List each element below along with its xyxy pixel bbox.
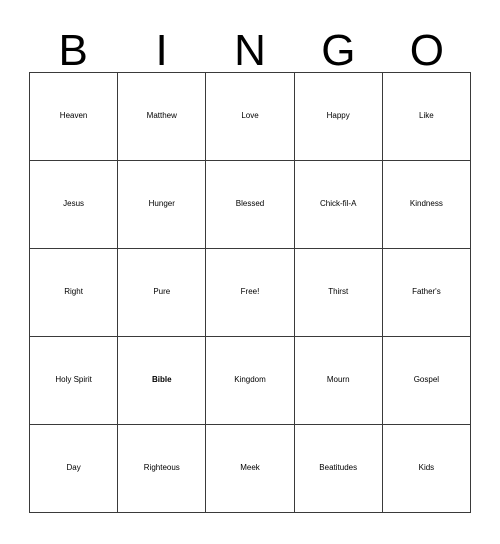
bingo-cell-label: Beatitudes [319, 463, 358, 473]
bingo-cell-label: Love [241, 111, 259, 121]
bingo-cell[interactable]: Hunger [118, 161, 207, 249]
bingo-cell-label: Kingdom [234, 375, 266, 385]
bingo-header-letter-g: G [321, 25, 356, 75]
bingo-cell[interactable]: Day [30, 425, 119, 513]
bingo-header-letter-o: O [409, 25, 444, 75]
bingo-header-letter-n: N [234, 25, 266, 75]
bingo-cell-label: Blessed [235, 199, 265, 209]
bingo-cell[interactable]: Love [206, 73, 295, 161]
bingo-cell-label: Kids [418, 463, 435, 473]
bingo-cell-label: Happy [326, 111, 350, 121]
bingo-cell[interactable]: Pure [118, 249, 207, 337]
bingo-cell-label: Pure [153, 287, 171, 297]
bingo-cell[interactable]: Thirst [294, 249, 383, 337]
bingo-header-letter-b: B [58, 25, 88, 75]
bingo-cell[interactable]: Mourn [294, 337, 383, 425]
bingo-header-row: B I N G O [29, 14, 471, 72]
bingo-cell-label: Like [419, 111, 434, 121]
bingo-cell[interactable]: Like [382, 73, 471, 161]
bingo-cell[interactable]: Jesus [30, 161, 119, 249]
bingo-cell[interactable]: Kids [382, 425, 471, 513]
bingo-cell-label: Day [66, 463, 81, 473]
bingo-cell[interactable]: Gospel [382, 337, 471, 425]
bingo-cell-label: Father's [412, 287, 441, 297]
bingo-header-letter-i: I [155, 25, 168, 75]
bingo-grid: Heaven Matthew Love Happy Like Jesus Hunger Ble… [29, 72, 471, 513]
bingo-cell[interactable]: Father's [382, 249, 471, 337]
bingo-cell-label: Right [64, 287, 83, 297]
bingo-cell[interactable]: Holy Spirit [30, 337, 119, 425]
bingo-cell-label: Free! [240, 287, 260, 297]
bingo-cell-label: Chick-fil-A [319, 199, 357, 209]
bingo-cell[interactable]: Happy [294, 73, 383, 161]
bingo-cell[interactable]: Heaven [30, 73, 119, 161]
bingo-cell-label: Heaven [59, 111, 88, 121]
bingo-cell[interactable]: Meek [206, 425, 295, 513]
bingo-cell-label: Matthew [146, 111, 177, 121]
bingo-cell-label: Bible [152, 375, 172, 385]
bingo-cell[interactable]: Free! [206, 249, 295, 337]
bingo-cell-label: Righteous [143, 463, 180, 473]
bingo-card: B I N G O Heaven Matthew Love Happy Like Jesu… [0, 0, 500, 544]
bingo-cell[interactable]: Beatitudes [294, 425, 383, 513]
bingo-cell[interactable]: Kingdom [206, 337, 295, 425]
bingo-cell-label: Gospel [413, 375, 440, 385]
bingo-cell[interactable]: Kindness [382, 161, 471, 249]
bingo-cell[interactable]: Bible [118, 337, 207, 425]
bingo-cell-label: Thirst [328, 287, 349, 297]
bingo-cell[interactable]: Chick-fil-A [294, 161, 383, 249]
bingo-cell-label: Holy Spirit [55, 375, 92, 385]
bingo-cell[interactable]: Matthew [118, 73, 207, 161]
bingo-cell-label: Mourn [326, 375, 350, 385]
bingo-cell-label: Jesus [63, 199, 85, 209]
bingo-cell[interactable]: Right [30, 249, 119, 337]
bingo-cell-label: Kindness [409, 199, 443, 209]
bingo-cell-label: Hunger [148, 199, 175, 209]
bingo-cell-label: Meek [240, 463, 260, 473]
bingo-cell[interactable]: Righteous [118, 425, 207, 513]
bingo-cell[interactable]: Blessed [206, 161, 295, 249]
